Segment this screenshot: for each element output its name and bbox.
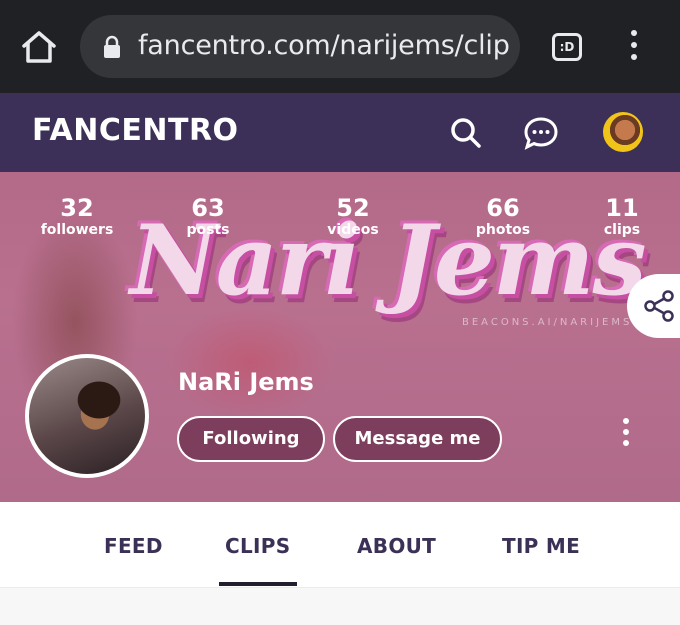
stat-followers[interactable]: 32 followers bbox=[40, 194, 114, 238]
tab-switcher-button[interactable]: :D bbox=[552, 33, 582, 61]
profile-name: NaRi Jems bbox=[178, 368, 314, 396]
profile-tabs: FEED CLIPS ABOUT TIP ME bbox=[0, 502, 680, 588]
stat-number: 11 bbox=[605, 194, 639, 222]
more-vertical-icon bbox=[623, 418, 629, 424]
stat-label: clips bbox=[603, 222, 641, 238]
content-area bbox=[0, 588, 680, 625]
stat-posts[interactable]: 63 posts bbox=[182, 194, 234, 238]
address-bar[interactable]: fancentro.com/narijems/clip bbox=[80, 15, 520, 78]
stat-label: photos bbox=[475, 222, 531, 238]
tab-about[interactable]: ABOUT bbox=[357, 534, 436, 558]
browser-menu-button[interactable] bbox=[624, 30, 644, 64]
tab-feed[interactable]: FEED bbox=[104, 534, 163, 558]
stat-videos[interactable]: 52 videos bbox=[325, 194, 381, 238]
active-tab-indicator bbox=[219, 582, 297, 586]
stat-photos[interactable]: 66 photos bbox=[474, 194, 532, 238]
profile-avatar[interactable] bbox=[25, 354, 149, 478]
share-button[interactable] bbox=[627, 274, 680, 338]
stat-clips[interactable]: 11 clips bbox=[600, 194, 644, 238]
site-logo[interactable]: FANCENTRO bbox=[32, 113, 239, 148]
messages-button[interactable] bbox=[521, 113, 561, 153]
site-header: FANCENTRO bbox=[0, 93, 680, 172]
lock-icon bbox=[104, 35, 120, 58]
chat-bubble-icon bbox=[524, 117, 558, 150]
stat-label: followers bbox=[40, 222, 114, 238]
more-options-button[interactable] bbox=[618, 418, 634, 448]
home-button[interactable] bbox=[20, 28, 58, 66]
browser-toolbar: fancentro.com/narijems/clip :D bbox=[0, 0, 680, 93]
following-button[interactable]: Following bbox=[177, 416, 325, 462]
share-icon bbox=[644, 290, 674, 322]
profile-cover: Nari Jems BEACONS.AI/NARIJEMS 32 followe… bbox=[0, 172, 680, 502]
search-icon bbox=[451, 118, 481, 148]
search-button[interactable] bbox=[446, 113, 486, 153]
tab-tip-me[interactable]: TIP ME bbox=[502, 534, 580, 558]
home-icon bbox=[22, 31, 56, 63]
stat-label: posts bbox=[186, 222, 230, 238]
tab-clips[interactable]: CLIPS bbox=[225, 534, 290, 558]
stat-number: 32 bbox=[60, 194, 94, 222]
cover-watermark: BEACONS.AI/NARIJEMS bbox=[462, 317, 633, 328]
url-text: fancentro.com/narijems/clip bbox=[138, 30, 510, 61]
stat-number: 66 bbox=[486, 194, 520, 222]
stat-number: 63 bbox=[191, 194, 225, 222]
stat-number: 52 bbox=[336, 194, 370, 222]
user-avatar[interactable] bbox=[603, 112, 643, 152]
stat-label: videos bbox=[327, 222, 379, 238]
message-button[interactable]: Message me bbox=[333, 416, 502, 462]
